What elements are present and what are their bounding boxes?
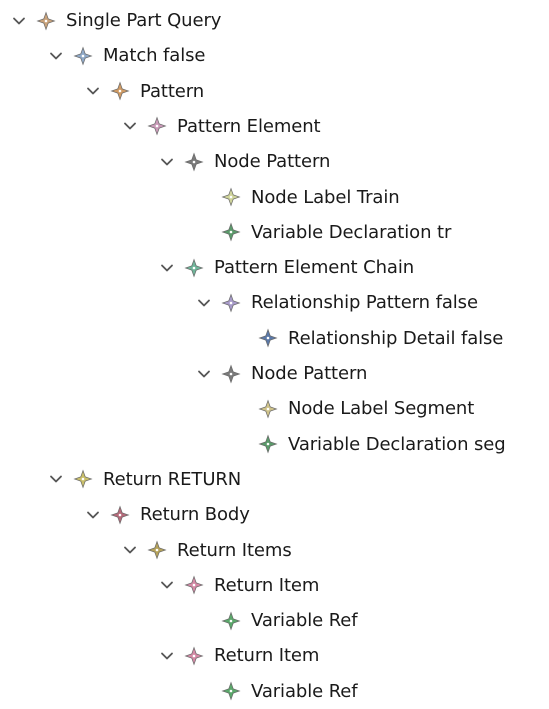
diamond-node-icon: [147, 116, 167, 136]
tree-item-label: Node Pattern: [214, 151, 331, 173]
tree-item[interactable]: Match false: [0, 38, 549, 73]
diamond-node-icon: [184, 258, 204, 278]
tree-item-label: Return Item: [214, 574, 320, 596]
tree-item[interactable]: Pattern Element: [0, 109, 549, 144]
diamond-node-icon: [147, 540, 167, 560]
tree-item-label: Return RETURN: [103, 468, 242, 490]
tree-item[interactable]: Variable Ref: [0, 603, 549, 638]
diamond-node-icon: [110, 505, 130, 525]
tree-item[interactable]: Node Pattern: [0, 144, 549, 179]
chevron-down-icon[interactable]: [193, 292, 215, 314]
tree-item-label: Variable Declaration seg: [288, 433, 506, 455]
tree-item[interactable]: Variable Declaration seg: [0, 427, 549, 462]
tree-item[interactable]: Relationship Detail false: [0, 321, 549, 356]
diamond-node-icon: [221, 681, 241, 701]
diamond-node-icon: [221, 611, 241, 631]
tree-item-label: Single Part Query: [66, 10, 222, 31]
tree-item[interactable]: Node Pattern: [0, 356, 549, 391]
tree-item-label: Return Items: [177, 539, 292, 561]
tree-item-label: Match false: [103, 45, 206, 67]
chevron-down-icon[interactable]: [82, 80, 104, 102]
diamond-node-icon: [258, 328, 278, 348]
tree-item-label: Pattern Element: [177, 115, 321, 137]
tree-item[interactable]: Single Part Query: [0, 3, 549, 38]
chevron-down-icon[interactable]: [193, 363, 215, 385]
diamond-node-icon: [221, 293, 241, 313]
chevron-down-icon[interactable]: [82, 504, 104, 526]
chevron-down-icon[interactable]: [156, 574, 178, 596]
diamond-node-icon: [221, 187, 241, 207]
tree-item[interactable]: Node Label Train: [0, 180, 549, 215]
diamond-node-icon: [184, 646, 204, 666]
outline-tree: Single Part Query Match false Pattern Patte…: [0, 0, 549, 702]
tree-item[interactable]: Return RETURN: [0, 462, 549, 497]
diamond-node-icon: [184, 575, 204, 595]
diamond-node-icon: [36, 10, 56, 31]
tree-item-label: Variable Ref: [251, 680, 358, 702]
tree-item[interactable]: Pattern Element Chain: [0, 250, 549, 285]
tree-item[interactable]: Pattern: [0, 74, 549, 109]
chevron-down-icon[interactable]: [45, 45, 67, 67]
tree-item[interactable]: Return Item: [0, 638, 549, 673]
diamond-node-icon: [221, 222, 241, 242]
tree-item-label: Relationship Detail false: [288, 327, 504, 349]
tree-item-label: Node Label Segment: [288, 398, 475, 420]
chevron-down-icon[interactable]: [45, 468, 67, 490]
chevron-down-icon[interactable]: [8, 10, 30, 32]
tree-item-label: Relationship Pattern false: [251, 292, 478, 314]
diamond-node-icon: [73, 469, 93, 489]
chevron-down-icon[interactable]: [156, 257, 178, 279]
chevron-down-icon[interactable]: [156, 151, 178, 173]
tree-item-label: Variable Ref: [251, 610, 358, 632]
diamond-node-icon: [184, 152, 204, 172]
tree-item[interactable]: Relationship Pattern false: [0, 285, 549, 320]
tree-item[interactable]: Return Item: [0, 568, 549, 603]
tree-item-label: Return Body: [140, 504, 250, 526]
diamond-node-icon: [110, 81, 130, 101]
tree-item[interactable]: Variable Declaration tr: [0, 215, 549, 250]
tree-item[interactable]: Node Label Segment: [0, 391, 549, 426]
diamond-node-icon: [258, 434, 278, 454]
diamond-node-icon: [73, 46, 93, 66]
tree-item-label: Node Pattern: [251, 363, 368, 384]
tree-item-label: Variable Declaration tr: [251, 221, 452, 243]
tree-item-label: Pattern Element Chain: [214, 257, 415, 279]
tree-item-label: Return Item: [214, 645, 320, 667]
tree-item[interactable]: Return Body: [0, 497, 549, 532]
tree-item[interactable]: Return Items: [0, 533, 549, 568]
chevron-down-icon[interactable]: [119, 539, 141, 561]
tree-item-label: Pattern: [140, 80, 205, 102]
diamond-node-icon: [258, 399, 278, 419]
diamond-node-icon: [221, 363, 241, 384]
tree-item-label: Node Label Train: [251, 186, 400, 208]
chevron-down-icon[interactable]: [156, 645, 178, 667]
tree-item[interactable]: Variable Ref: [0, 674, 549, 709]
chevron-down-icon[interactable]: [119, 115, 141, 137]
